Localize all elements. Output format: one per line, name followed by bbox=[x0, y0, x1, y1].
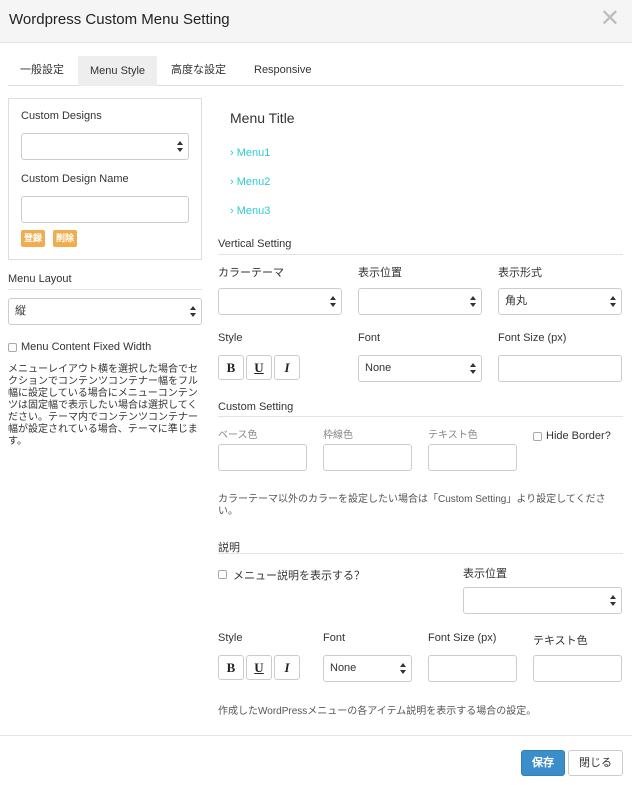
description-bold-button[interactable]: B bbox=[218, 655, 244, 680]
base-color-input[interactable] bbox=[218, 444, 307, 471]
bold-button[interactable]: B bbox=[218, 355, 244, 380]
divider bbox=[218, 553, 623, 554]
description-position-label: 表示位置 bbox=[463, 568, 507, 580]
border-color-input[interactable] bbox=[323, 444, 412, 471]
text-color-label: テキスト色 bbox=[428, 430, 478, 441]
position-label: 表示位置 bbox=[358, 267, 402, 279]
font-value: None bbox=[365, 362, 392, 374]
menu-layout-select[interactable]: 縦 bbox=[8, 298, 202, 325]
description-position-select[interactable] bbox=[463, 587, 622, 614]
divider bbox=[218, 416, 623, 417]
register-button[interactable]: 登録 bbox=[21, 230, 46, 247]
select-arrows-icon bbox=[610, 295, 616, 308]
hide-border-checkbox[interactable] bbox=[533, 432, 542, 441]
italic-button[interactable]: I bbox=[274, 355, 300, 380]
close-button[interactable]: 閉じる bbox=[568, 750, 623, 776]
menu-layout-label: Menu Layout bbox=[8, 273, 72, 285]
save-button[interactable]: 保存 bbox=[521, 750, 565, 776]
preview-menu-item-label: Menu3 bbox=[236, 205, 271, 217]
select-arrows-icon bbox=[470, 362, 476, 375]
description-font-size-label: Font Size (px) bbox=[428, 632, 497, 644]
select-arrows-icon bbox=[400, 662, 406, 675]
preview-menu-item[interactable]: › Menu2 bbox=[230, 176, 270, 188]
underline-button[interactable]: U bbox=[246, 355, 272, 380]
custom-setting-heading: Custom Setting bbox=[218, 401, 294, 413]
preview-menu-item-label: Menu1 bbox=[236, 147, 271, 159]
description-style-label: Style bbox=[218, 632, 243, 644]
description-italic-button[interactable]: I bbox=[274, 655, 300, 680]
chevron-right-icon: › bbox=[230, 176, 234, 188]
description-font-value: None bbox=[330, 662, 357, 674]
display-format-label: 表示形式 bbox=[498, 267, 542, 279]
custom-design-name-input[interactable] bbox=[21, 196, 189, 223]
display-format-value: 角丸 bbox=[505, 295, 527, 307]
preview-menu-item[interactable]: › Menu3 bbox=[230, 205, 270, 217]
description-note: 作成したWordPressメニューの各アイテム説明を表示する場合の設定。 bbox=[218, 706, 537, 717]
delete-button[interactable]: 削除 bbox=[53, 230, 78, 247]
divider bbox=[8, 289, 202, 290]
font-label: Font bbox=[358, 332, 381, 344]
menu-layout-value: 縦 bbox=[15, 305, 26, 317]
select-arrows-icon bbox=[177, 140, 183, 153]
show-description-label: メニュー説明を表示する？ bbox=[233, 570, 365, 582]
chevron-right-icon: › bbox=[230, 147, 234, 159]
hide-border-label: Hide Border? bbox=[546, 430, 611, 442]
close-icon[interactable]: ✕ bbox=[600, 7, 620, 31]
description-font-select[interactable]: None bbox=[323, 655, 412, 682]
custom-designs-select[interactable] bbox=[21, 133, 189, 160]
tab-general[interactable]: 一般設定 bbox=[9, 56, 75, 86]
border-color-label: 枠線色 bbox=[323, 430, 353, 441]
preview-menu-title: Menu Title bbox=[230, 110, 295, 126]
custom-setting-note: カラーテーマ以外のカラーを設定したい場合は「Custom Setting」より設… bbox=[218, 494, 606, 517]
custom-design-name-label: Custom Design Name bbox=[21, 173, 129, 185]
custom-designs-label: Custom Designs bbox=[21, 110, 102, 122]
description-font-size-input[interactable] bbox=[428, 655, 517, 682]
position-select[interactable] bbox=[358, 288, 482, 315]
text-color-input[interactable] bbox=[428, 444, 517, 471]
style-label: Style bbox=[218, 332, 243, 344]
modal-footer: 保存 閉じる bbox=[0, 735, 632, 785]
preview-menu-item-label: Menu2 bbox=[236, 176, 271, 188]
select-arrows-icon bbox=[610, 594, 616, 607]
tab-menu-style[interactable]: Menu Style bbox=[78, 56, 158, 86]
show-description-checkbox[interactable] bbox=[218, 570, 227, 579]
description-text-color-input[interactable] bbox=[533, 655, 622, 682]
preview-menu-item[interactable]: › Menu1 bbox=[230, 147, 270, 159]
vertical-setting-heading: Vertical Setting bbox=[218, 238, 292, 250]
base-color-label: ベース色 bbox=[218, 430, 258, 441]
description-text-color-label: テキスト色 bbox=[533, 635, 588, 647]
tab-advanced[interactable]: 高度な設定 bbox=[160, 56, 237, 86]
select-arrows-icon bbox=[470, 295, 476, 308]
fixed-width-note: メニューレイアウト横を選択した場合でセクションでコンテンツコンテナー幅をフル幅に… bbox=[8, 364, 198, 447]
select-arrows-icon bbox=[190, 305, 196, 318]
color-theme-select[interactable] bbox=[218, 288, 342, 315]
description-underline-button[interactable]: U bbox=[246, 655, 272, 680]
divider bbox=[218, 254, 623, 255]
modal-header: Wordpress Custom Menu Setting ✕ bbox=[0, 0, 632, 43]
select-arrows-icon bbox=[330, 295, 336, 308]
font-select[interactable]: None bbox=[358, 355, 482, 382]
display-format-select[interactable]: 角丸 bbox=[498, 288, 622, 315]
description-font-label: Font bbox=[323, 632, 346, 644]
modal-title: Wordpress Custom Menu Setting bbox=[9, 11, 230, 28]
color-theme-label: カラーテーマ bbox=[218, 267, 284, 279]
font-size-label: Font Size (px) bbox=[498, 332, 567, 344]
tab-bar: 一般設定 Menu Style 高度な設定 Responsive bbox=[8, 56, 623, 86]
tab-responsive[interactable]: Responsive bbox=[243, 56, 322, 86]
fixed-width-label: Menu Content Fixed Width bbox=[21, 341, 152, 353]
font-size-input[interactable] bbox=[498, 355, 622, 382]
chevron-right-icon: › bbox=[230, 205, 234, 217]
fixed-width-checkbox[interactable] bbox=[8, 343, 17, 352]
